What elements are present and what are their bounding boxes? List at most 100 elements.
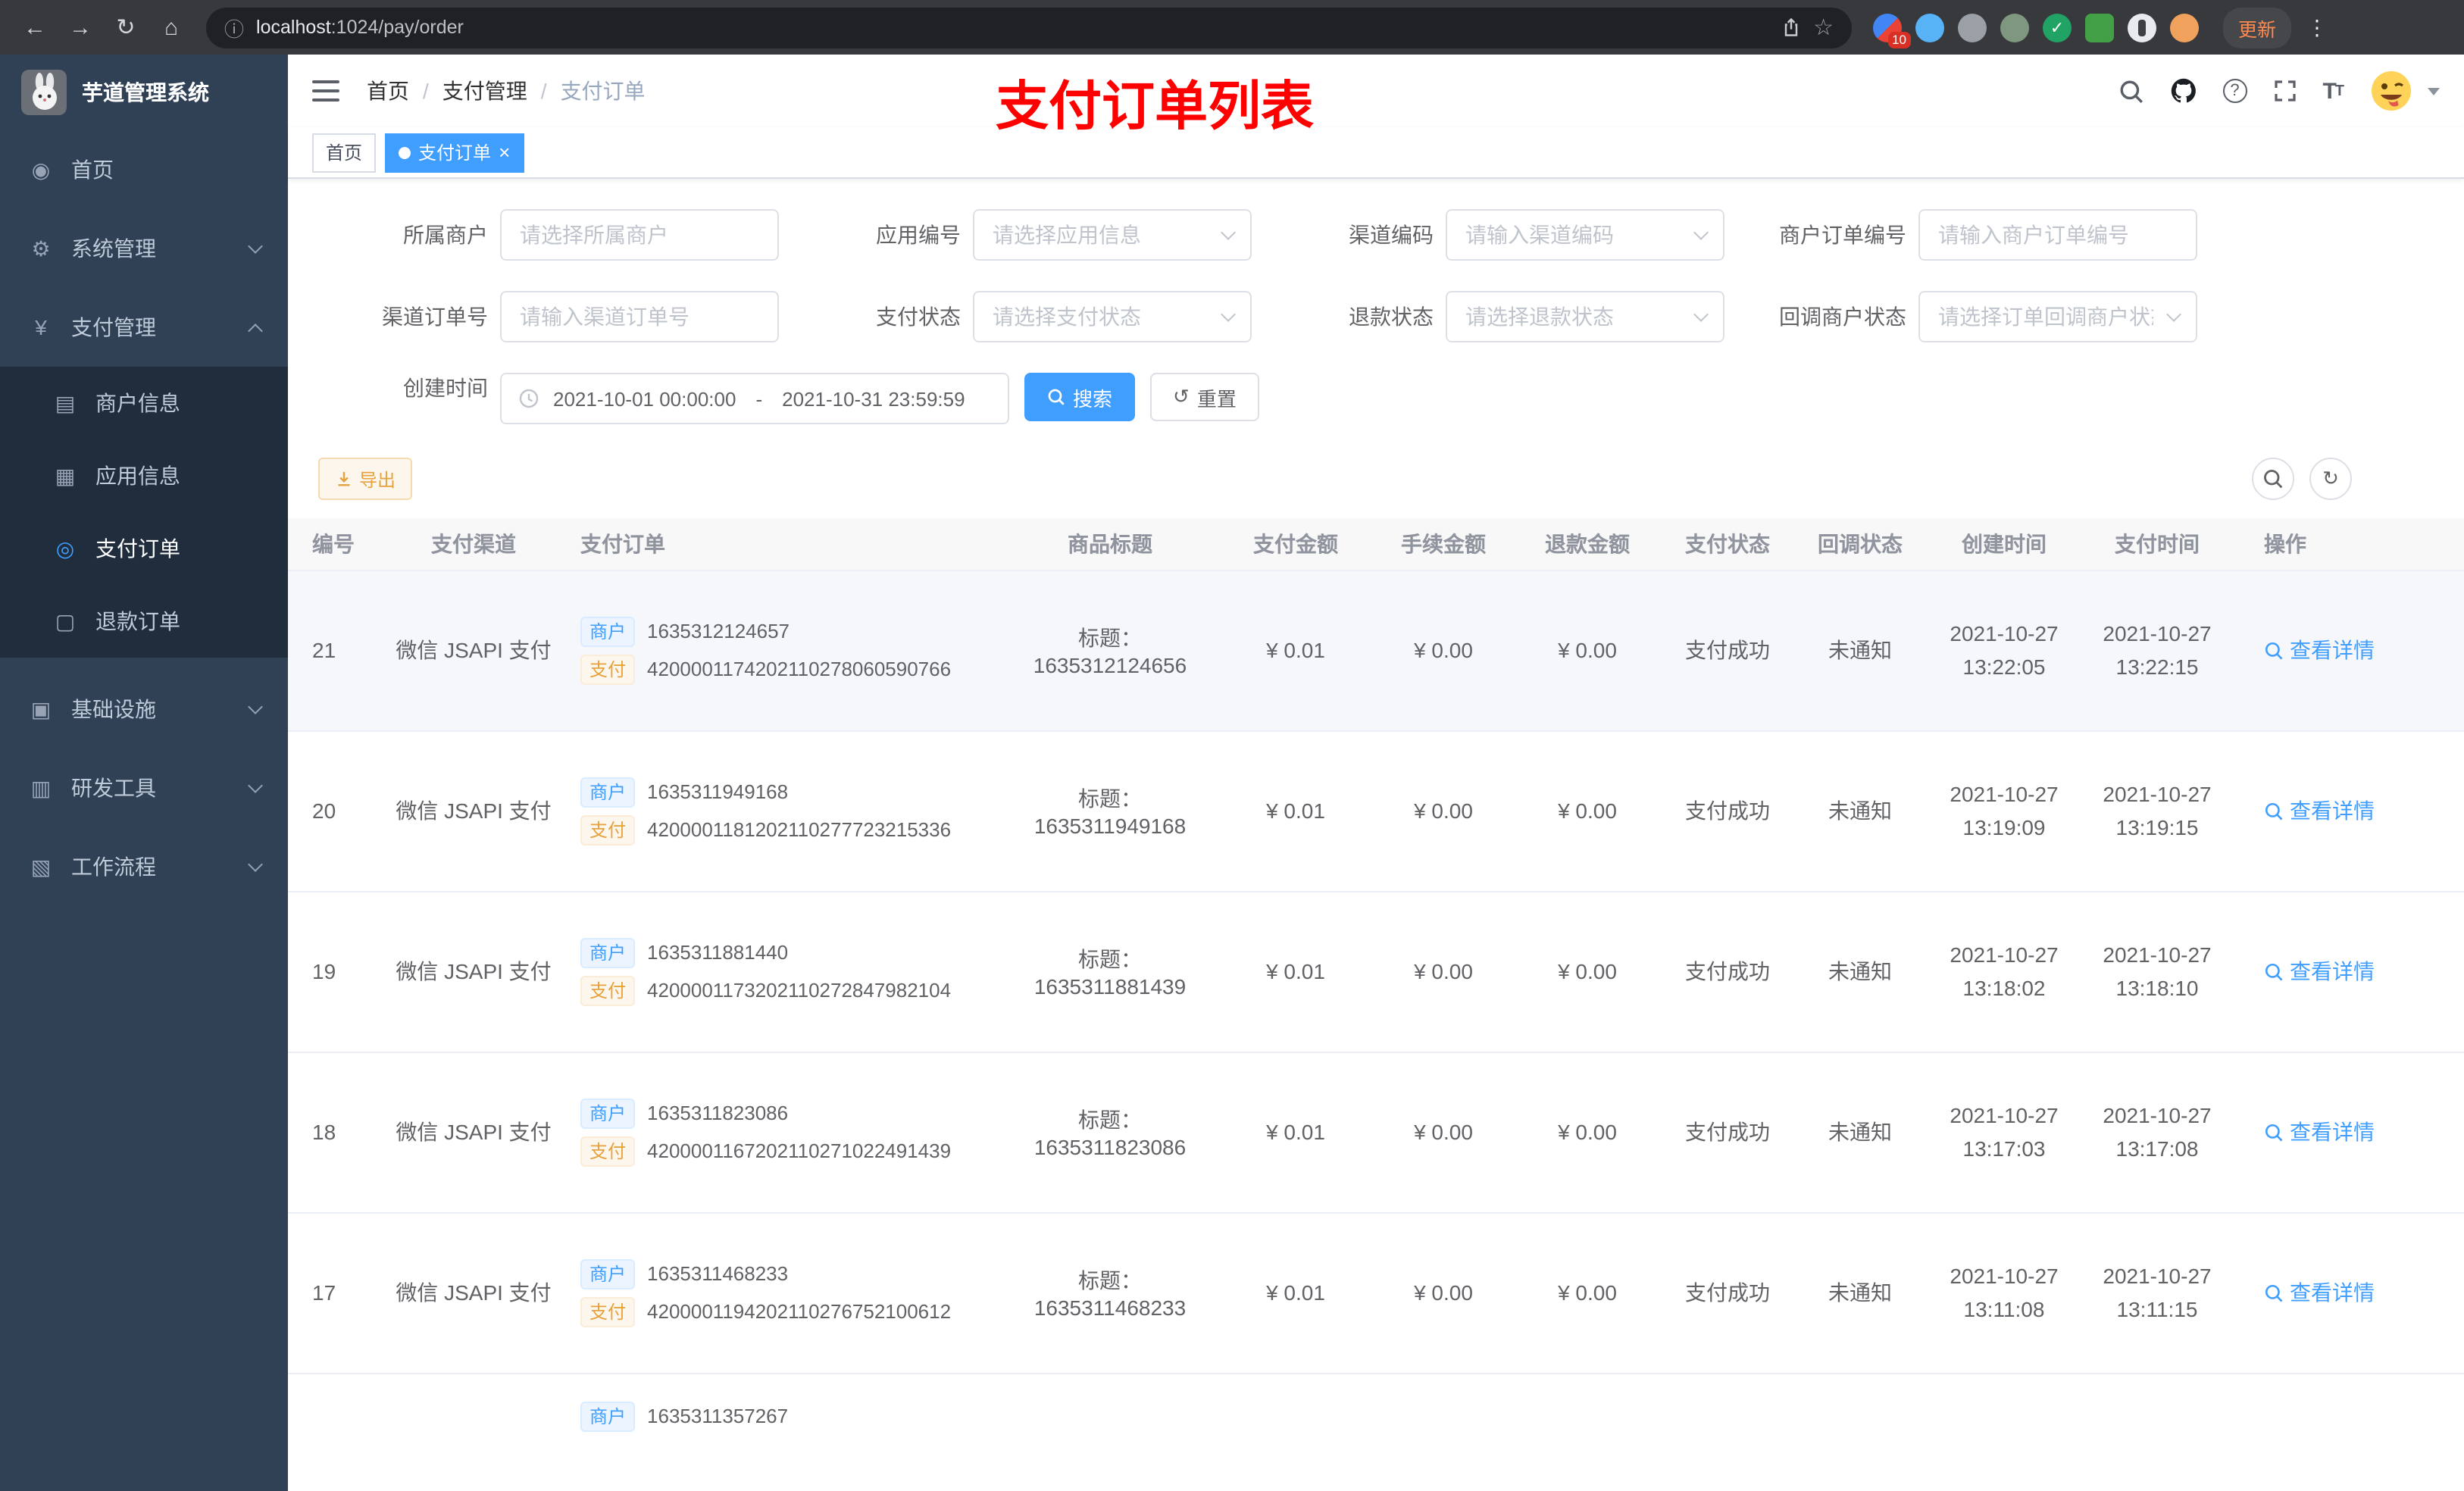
app-header: 首页 / 支付管理 / 支付订单 ? T T	[288, 55, 2464, 127]
extension-icon-4[interactable]	[2000, 13, 2029, 42]
avatar[interactable]	[2369, 68, 2414, 114]
extension-icon-1[interactable]: 10	[1873, 13, 1911, 48]
merchant-tag: 商户	[580, 1401, 636, 1431]
hamburger-icon[interactable]	[312, 80, 339, 102]
sidebar-item-system[interactable]: ⚙ 系统管理	[0, 209, 288, 288]
sidebar-item-home[interactable]: ◉ 首页	[0, 130, 288, 209]
merchant-select[interactable]	[500, 209, 779, 261]
font-size-icon[interactable]: TT	[2322, 78, 2344, 104]
table-row: 18 微信 JSAPI 支付 商户 1635311823086 支付 42000…	[288, 1052, 2464, 1213]
bookmark-star-icon[interactable]: ☆	[1813, 14, 1834, 41]
sidebar-item-refund-order[interactable]: ▢ 退款订单	[0, 585, 288, 658]
help-icon[interactable]: ?	[2222, 79, 2247, 103]
chevron-down-icon	[248, 699, 263, 714]
extension-icon-3[interactable]	[1958, 13, 1987, 42]
reset-button[interactable]: ↺ 重置	[1150, 373, 1259, 421]
pay-time: 2021-10-27 13:19:15	[2084, 730, 2231, 892]
merchant-order-no: 1635311881440	[647, 941, 789, 964]
notify-status: 未通知	[1796, 891, 1925, 1052]
browser-reload-icon[interactable]: ↻	[106, 8, 145, 47]
sidebar-item-app-info[interactable]: ▦ 应用信息	[0, 439, 288, 512]
refund-amount: ¥ 0.00	[1515, 891, 1659, 1052]
pay-status: 支付成功	[1659, 730, 1796, 892]
search-icon	[2265, 802, 2283, 820]
sidebar-item-devtools[interactable]: ▥ 研发工具	[0, 749, 288, 827]
site-info-icon[interactable]: ⓘ	[224, 13, 244, 42]
sidebar-item-merchant-info[interactable]: ▤ 商户信息	[0, 367, 288, 439]
merchant-order-no-input[interactable]	[1918, 209, 2197, 261]
order-id: 19	[288, 891, 379, 1052]
breadcrumb-payment[interactable]: 支付管理	[442, 76, 527, 106]
fullscreen-icon[interactable]	[2272, 79, 2297, 103]
create-time: 2021-10-27 13:11:08	[1925, 1212, 2084, 1374]
search-button[interactable]: 搜索	[1024, 373, 1136, 421]
export-button[interactable]: 导出	[318, 458, 413, 500]
notify-status: 未通知	[1796, 570, 1925, 731]
sidebar-item-pay-order[interactable]: ◎ 支付订单	[0, 512, 288, 585]
profile-avatar-icon[interactable]	[2170, 13, 2199, 42]
channel-order-no-input[interactable]	[500, 291, 779, 342]
search-icon[interactable]	[2118, 78, 2143, 104]
channel-pay-no: 4200001167202110271022491439	[647, 1139, 952, 1162]
create-time: 2021-10-27 13:19:09	[1925, 730, 2084, 892]
merchant-tag: 商户	[580, 777, 636, 807]
channel-pay-no: 4200001173202110272847982104	[647, 979, 952, 1002]
merchant-order-no: 1635311823086	[647, 1102, 789, 1124]
pay-tag: 支付	[580, 1136, 636, 1166]
tab-home[interactable]: 首页	[312, 133, 377, 172]
sidebar-item-infra[interactable]: ▣ 基础设施	[0, 670, 288, 749]
breadcrumb: 首页 / 支付管理 / 支付订单	[367, 76, 646, 106]
refund-status-select[interactable]	[1446, 291, 1724, 342]
extension-icon-6[interactable]	[2085, 13, 2114, 42]
logo-image	[21, 70, 67, 115]
sidebar-item-payment[interactable]: ¥ 支付管理	[0, 288, 288, 367]
search-icon	[2265, 1283, 2283, 1302]
channel-pay-no: 4200001194202110276752100612	[647, 1300, 952, 1323]
channel-pay-no: 4200001174202110278060590766	[647, 658, 952, 680]
address-bar[interactable]: ⓘ localhost:1024/pay/order ☆	[206, 7, 1852, 48]
share-icon[interactable]	[1780, 17, 1801, 38]
extension-pin-icon[interactable]	[2128, 13, 2156, 42]
view-detail-link[interactable]: 查看详情	[2264, 1277, 2375, 1308]
view-detail-link[interactable]: 查看详情	[2264, 1117, 2375, 1147]
view-detail-link[interactable]: 查看详情	[2264, 635, 2375, 665]
header-actions: ? TT	[2118, 68, 2440, 114]
channel-pay-no: 4200001181202110277723215336	[647, 818, 952, 841]
browser-home-icon[interactable]: ⌂	[152, 8, 191, 47]
channel-code-select[interactable]	[1446, 209, 1724, 261]
table-row: 21 微信 JSAPI 支付 商户 1635312124657 支付 42000…	[288, 570, 2464, 731]
browser-back-icon[interactable]: ←	[15, 8, 55, 47]
app-id-select[interactable]	[973, 209, 1252, 261]
create-time-range-picker[interactable]: 2021-10-01 00:00:00 - 2021-10-31 23:59:5…	[500, 373, 1009, 424]
tab-pay-order[interactable]: 支付订单 ×	[385, 133, 524, 172]
order-id: 20	[288, 730, 379, 892]
active-dot-icon	[399, 146, 411, 158]
merchant-tag: 商户	[580, 1098, 636, 1128]
avatar-dropdown-caret-icon[interactable]	[2428, 87, 2440, 95]
browser-update-button[interactable]: 更新	[2223, 7, 2292, 48]
pay-order-cell: 商户 1635311823086 支付 42000011672021102710…	[568, 1052, 1000, 1213]
pay-amount: ¥ 0.01	[1220, 1052, 1371, 1213]
filter-label: 创建时间	[403, 376, 488, 400]
browser-chrome: ← → ↻ ⌂ ⓘ localhost:1024/pay/order ☆ 10 …	[0, 0, 2464, 55]
tab-close-icon[interactable]: ×	[499, 142, 510, 162]
breadcrumb-home[interactable]: 首页	[367, 76, 409, 106]
date-start: 2021-10-01 00:00:00	[553, 387, 736, 410]
browser-menu-icon[interactable]: ⋮	[2306, 14, 2328, 40]
fee-amount: ¥ 0.00	[1371, 570, 1515, 731]
sidebar-item-workflow[interactable]: ▧ 工作流程	[0, 827, 288, 906]
pay-amount: ¥ 0.01	[1220, 891, 1371, 1052]
browser-forward-icon[interactable]: →	[61, 8, 100, 47]
view-detail-link[interactable]: 查看详情	[2264, 956, 2375, 986]
merchant-tag: 商户	[580, 616, 636, 646]
refresh-table-button[interactable]: ↻	[2309, 458, 2352, 500]
view-detail-link[interactable]: 查看详情	[2264, 796, 2375, 826]
extension-icon-5[interactable]: ✓	[2043, 13, 2072, 42]
toggle-search-button[interactable]	[2252, 458, 2294, 500]
notify-status-select[interactable]	[1918, 291, 2197, 342]
pay-channel: 微信 JSAPI 支付	[379, 1212, 568, 1374]
search-icon	[2264, 470, 2283, 489]
pay-status-select[interactable]	[973, 291, 1252, 342]
extension-icon-2[interactable]	[1915, 13, 1944, 42]
github-icon[interactable]	[2169, 77, 2197, 105]
